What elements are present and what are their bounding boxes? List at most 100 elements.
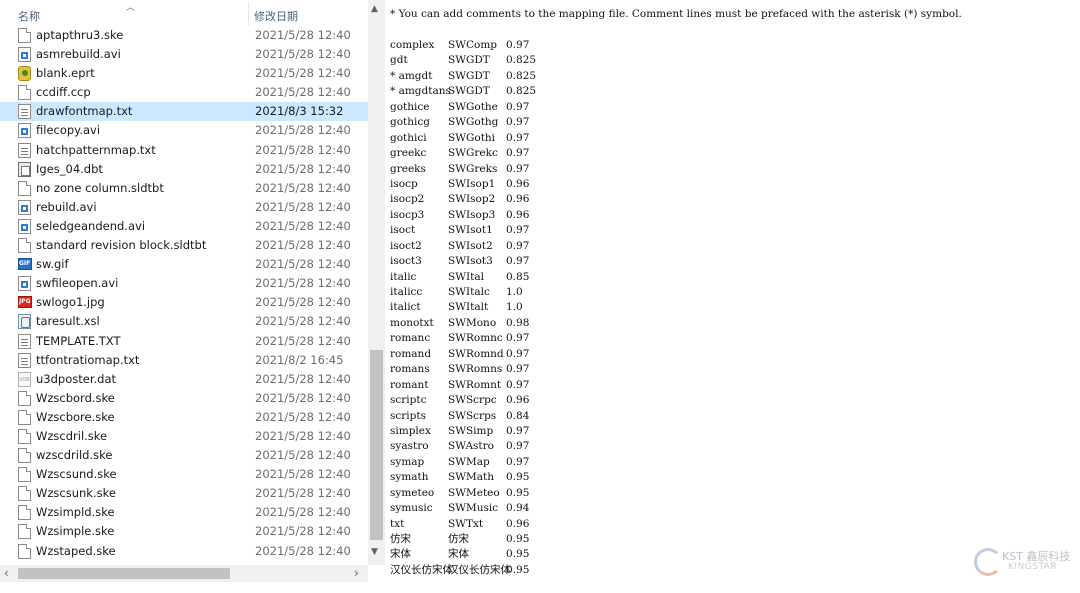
- width-ratio: 0.97: [506, 363, 530, 376]
- source-font: 汉仪长仿宋体: [390, 563, 453, 576]
- file-modified-date: 2021/5/28 12:40: [255, 467, 351, 482]
- file-row[interactable]: no zone column.sldtbt 2021/5/28 12:40: [0, 179, 368, 198]
- width-ratio: 1.0: [506, 286, 523, 298]
- width-ratio: 0.97: [506, 239, 530, 252]
- file-name: no zone column.sldtbt: [36, 180, 164, 195]
- file-row[interactable]: ccdiff.ccp 2021/5/28 12:40: [0, 83, 368, 102]
- scroll-left-icon[interactable]: ‹: [4, 566, 9, 580]
- scroll-up-icon[interactable]: ▲: [371, 4, 378, 14]
- source-font: isoct3: [390, 255, 422, 268]
- file-name: hatchpatternmap.txt: [36, 142, 156, 157]
- document-icon: [18, 428, 31, 444]
- file-row[interactable]: u3dposter.dat 2021/5/28 12:40: [0, 370, 368, 389]
- file-modified-date: 2021/5/28 12:40: [255, 257, 351, 272]
- width-ratio: 0.98: [506, 316, 530, 329]
- width-ratio: 0.97: [506, 347, 530, 360]
- scroll-down-icon[interactable]: ▼: [371, 547, 378, 557]
- target-font: SWIsot2: [448, 239, 493, 252]
- file-modified-date: 2021/5/28 12:40: [255, 218, 351, 233]
- mapping-line: greekc SWGrekc 0.97: [390, 146, 536, 161]
- mapping-line: gothice SWGothe 0.97: [390, 100, 536, 115]
- file-row[interactable]: blank.eprt 2021/5/28 12:40: [0, 64, 368, 83]
- file-row[interactable]: wzscdrild.ske 2021/5/28 12:40: [0, 446, 368, 465]
- file-modified-date: 2021/5/28 12:40: [255, 448, 351, 463]
- vertical-scrollbar[interactable]: ▲ ▼: [368, 0, 385, 565]
- file-row[interactable]: Wzsimple.ske 2021/5/28 12:40: [0, 522, 368, 541]
- source-font: txt: [390, 517, 405, 530]
- width-ratio: 0.825: [506, 54, 537, 67]
- file-modified-date: 2021/5/28 12:40: [255, 371, 351, 386]
- source-font: gothice: [390, 100, 430, 113]
- mapping-line: romant SWRomnt 0.97: [390, 378, 536, 393]
- file-row[interactable]: Wzscsund.ske 2021/5/28 12:40: [0, 465, 368, 484]
- file-name: rebuild.avi: [36, 199, 97, 214]
- mapping-line: scriptc SWScrpc 0.96: [390, 393, 536, 408]
- horizontal-scroll-thumb[interactable]: [18, 568, 230, 579]
- file-row[interactable]: Wzscdril.ske 2021/5/28 12:40: [0, 427, 368, 446]
- file-row[interactable]: Wzscbore.ske 2021/5/28 12:40: [0, 408, 368, 427]
- file-row[interactable]: Iges_04.dbt 2021/5/28 12:40: [0, 160, 368, 179]
- source-font: gothicg: [390, 116, 430, 129]
- file-row[interactable]: filecopy.avi 2021/5/28 12:40: [0, 121, 368, 140]
- column-header-name[interactable]: 名称: [18, 8, 40, 24]
- source-font: symath: [390, 471, 429, 484]
- width-ratio: 0.97: [506, 255, 530, 268]
- mapping-line: italict SWItalt 1.0: [390, 300, 536, 315]
- width-ratio: 0.97: [506, 39, 530, 51]
- file-row[interactable]: hatchpatternmap.txt 2021/5/28 12:40: [0, 141, 368, 160]
- horizontal-scrollbar[interactable]: ‹ ›: [0, 565, 368, 582]
- file-row[interactable]: taresult.xsl 2021/5/28 12:40: [0, 312, 368, 331]
- column-header-date[interactable]: 修改日期: [254, 8, 298, 24]
- file-row[interactable]: Wzsimpld.ske 2021/5/28 12:40: [0, 503, 368, 522]
- file-name: sw.gif: [36, 257, 69, 272]
- file-row[interactable]: swfileopen.avi 2021/5/28 12:40: [0, 274, 368, 293]
- target-font: SWIsot3: [448, 255, 493, 268]
- file-row[interactable]: Wzscbord.ske 2021/5/28 12:40: [0, 389, 368, 408]
- target-font: SWMath: [448, 471, 494, 484]
- width-ratio: 0.96: [506, 193, 530, 206]
- file-row[interactable]: aptapthru3.ske 2021/5/28 12:40: [0, 26, 368, 45]
- file-row[interactable]: asmrebuild.avi 2021/5/28 12:40: [0, 45, 368, 64]
- file-row[interactable]: rebuild.avi 2021/5/28 12:40: [0, 198, 368, 217]
- file-modified-date: 2021/5/28 12:40: [255, 390, 351, 405]
- text-file-content[interactable]: * You can add comments to the mapping fi…: [385, 0, 1080, 593]
- file-row[interactable]: Wzstaped.ske 2021/5/28 12:40: [0, 542, 368, 561]
- target-font: SWRomnc: [448, 332, 503, 345]
- column-divider[interactable]: [248, 2, 249, 26]
- gif-image-icon: [18, 258, 32, 271]
- file-row[interactable]: ttfontratiomap.txt 2021/8/2 16:45: [0, 351, 368, 370]
- width-ratio: 0.97: [506, 131, 530, 144]
- mapping-line: syastro SWAstro 0.97: [390, 439, 536, 454]
- document-icon: [18, 390, 31, 406]
- vertical-scroll-thumb[interactable]: [370, 350, 383, 540]
- source-font: gdt: [390, 54, 408, 67]
- target-font: SWMap: [448, 455, 490, 468]
- target-font: SWIsop1: [448, 177, 496, 190]
- file-row[interactable]: swlogo1.jpg 2021/5/28 12:40: [0, 293, 368, 312]
- width-ratio: 0.96: [506, 177, 530, 190]
- file-row[interactable]: Wzscsunk.ske 2021/5/28 12:40: [0, 484, 368, 503]
- file-row[interactable]: sw.gif 2021/5/28 12:40: [0, 255, 368, 274]
- scroll-right-icon[interactable]: ›: [354, 566, 359, 580]
- file-name: seledgeandend.avi: [36, 218, 146, 233]
- sort-ascending-icon: ︿: [126, 3, 136, 13]
- file-row[interactable]: TEMPLATE.TXT 2021/5/28 12:40: [0, 332, 368, 351]
- file-modified-date: 2021/8/2 16:45: [255, 352, 344, 367]
- file-name: u3dposter.dat: [36, 371, 117, 386]
- target-font: SWRomns: [448, 363, 503, 376]
- file-modified-date: 2021/5/28 12:40: [255, 28, 351, 42]
- width-ratio: 0.825: [506, 69, 537, 82]
- video-file-icon: [18, 47, 31, 63]
- source-font: 宋体: [390, 548, 411, 561]
- source-font: isocp2: [390, 193, 425, 206]
- source-font: isoct2: [390, 239, 422, 252]
- document-icon: [18, 28, 31, 43]
- file-modified-date: 2021/5/28 12:40: [255, 333, 351, 348]
- target-font: SWRomnd: [448, 347, 504, 360]
- file-row[interactable]: seledgeandend.avi 2021/5/28 12:40: [0, 217, 368, 236]
- file-row[interactable]: standard revision block.sldtbt 2021/5/28 …: [0, 236, 368, 255]
- file-name: ccdiff.ccp: [36, 85, 91, 100]
- width-ratio: 0.97: [506, 116, 530, 129]
- file-row[interactable]: drawfontmap.txt 2021/8/3 15:32: [0, 102, 368, 122]
- mapping-line: symeteo SWMeteo 0.95: [390, 486, 536, 501]
